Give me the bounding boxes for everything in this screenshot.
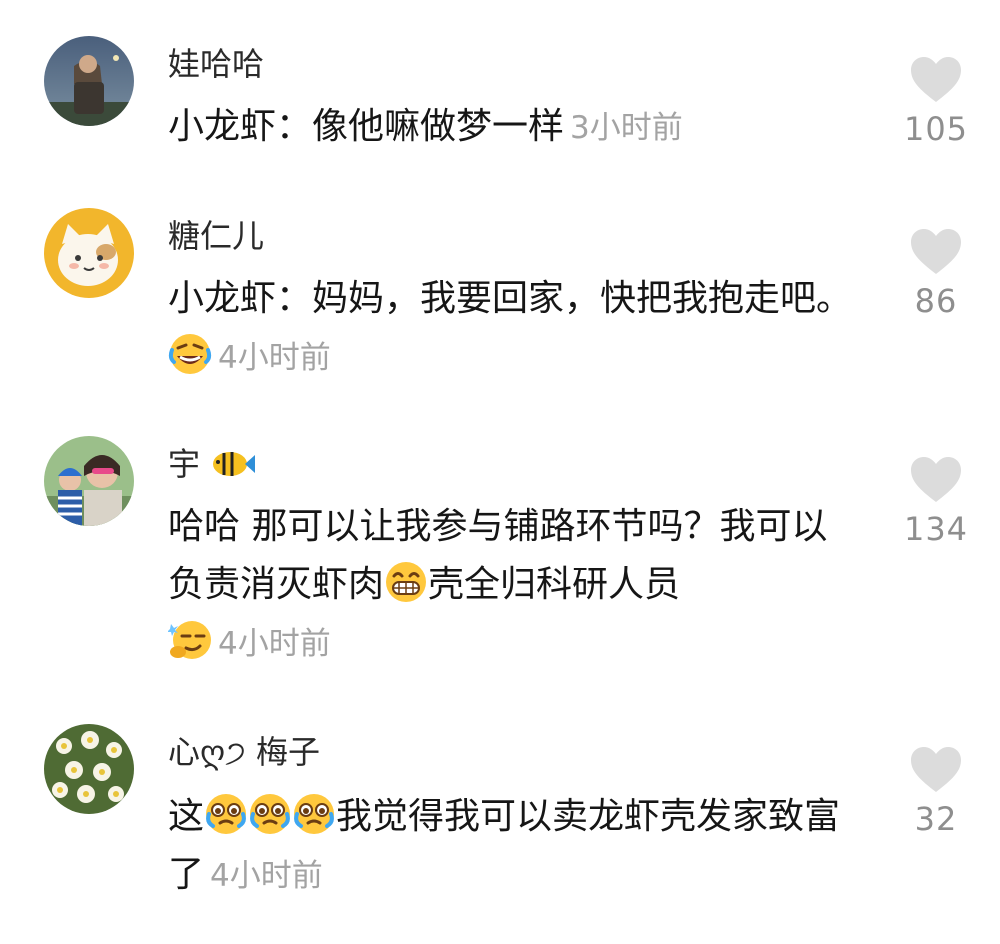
username[interactable]: 心ღ੭ 梅子 <box>168 732 320 772</box>
comment-text[interactable]: 小龙虾：妈妈，我要回家，快把我抱走吧。 4小时前 <box>168 270 858 387</box>
comment-body-part2: 壳全归科研人员 <box>428 564 681 605</box>
comment-text[interactable]: 这 我觉得我可以卖龙虾壳发家致富了 4小时前 <box>168 788 858 905</box>
heart-icon <box>909 456 963 504</box>
user-avatar[interactable] <box>44 436 134 526</box>
like-button[interactable]: 134 <box>896 456 976 548</box>
like-button[interactable]: 105 <box>896 56 976 148</box>
comment-body: 小龙虾：像他嘛做梦一样 <box>168 106 565 147</box>
teary-eyed-emoji <box>248 792 292 836</box>
tropical-fish-emoji <box>210 447 256 481</box>
username-text: 糖仁儿 <box>168 217 265 255</box>
teary-eyed-emoji <box>292 792 336 836</box>
comment-body: 小龙虾：妈妈，我要回家，快把我抱走吧。 <box>168 278 853 319</box>
rolling-laugh-emoji <box>168 332 212 376</box>
username[interactable]: 糖仁儿 <box>168 216 264 256</box>
comment-body-part1: 这 <box>168 796 205 837</box>
comment-time: 3小时前 <box>570 110 683 146</box>
like-button[interactable]: 86 <box>896 228 976 320</box>
like-count: 134 <box>903 510 969 548</box>
teary-eyed-emoji <box>204 792 248 836</box>
comment-time: 4小时前 <box>210 858 323 894</box>
comment-list: 娃哈哈 小龙虾：像他嘛做梦一样 3小时前 105 糖仁儿 小龙虾：妈妈，我要回家… <box>0 0 1000 944</box>
like-count: 105 <box>903 110 969 148</box>
comment-time: 4小时前 <box>218 340 331 376</box>
username[interactable]: 宇 <box>168 444 256 484</box>
smirk-emoji <box>168 618 212 662</box>
like-button[interactable]: 32 <box>896 746 976 838</box>
like-count: 32 <box>914 800 958 838</box>
comment-text[interactable]: 小龙虾：像他嘛做梦一样 3小时前 <box>168 98 858 157</box>
user-avatar[interactable] <box>44 724 134 814</box>
username[interactable]: 娃哈哈 <box>168 44 264 84</box>
username-text: 娃哈哈 <box>168 45 265 83</box>
comment-text[interactable]: 哈哈 那可以让我参与铺路环节吗？我可以负责消灭虾肉 壳全归科研人员 4小时前 <box>168 498 858 673</box>
grin-emoji <box>384 560 428 604</box>
username-text: 宇 <box>168 445 201 483</box>
like-count: 86 <box>914 282 958 320</box>
heart-icon <box>909 56 963 104</box>
heart-icon <box>909 746 963 794</box>
username-text: 心ღ੭ 梅子 <box>168 733 320 771</box>
user-avatar[interactable] <box>44 208 134 298</box>
user-avatar[interactable] <box>44 36 134 126</box>
heart-icon <box>909 228 963 276</box>
comment-time: 4小时前 <box>218 626 331 662</box>
